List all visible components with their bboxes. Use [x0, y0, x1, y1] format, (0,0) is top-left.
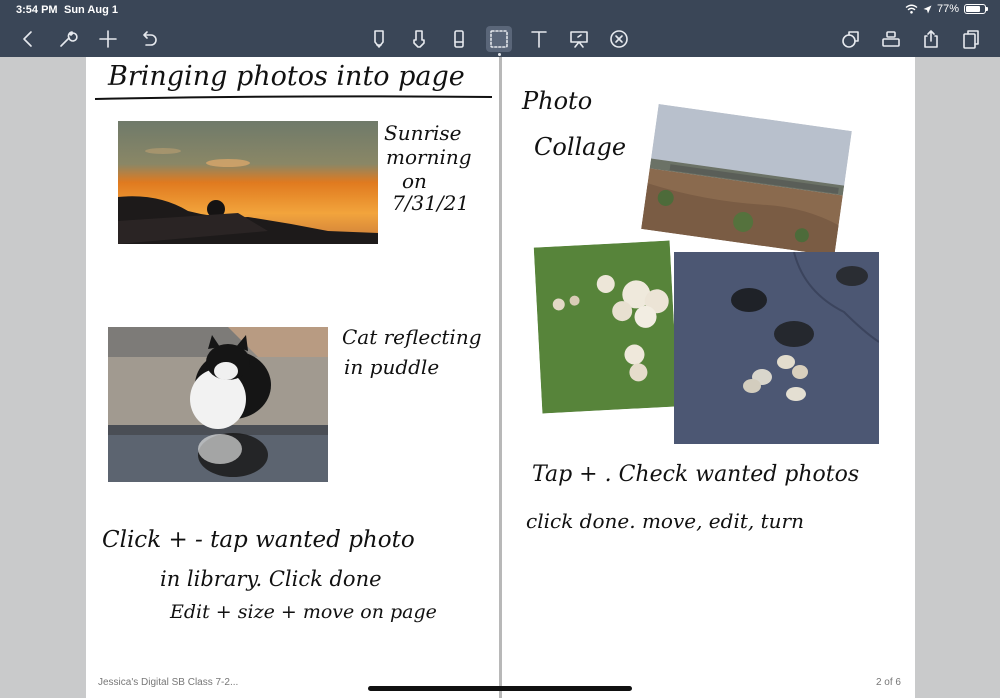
sunrise-image — [118, 121, 378, 244]
ducks-photo[interactable] — [674, 252, 879, 444]
lasso-tool[interactable] — [486, 26, 512, 52]
left-instructions-1: Click + - tap wanted photo — [102, 527, 415, 553]
sunrise-caption-1: Sunrise — [384, 121, 462, 145]
page-indicator[interactable]: 2 of 6 — [876, 677, 901, 688]
pages-icon — [963, 30, 979, 49]
close-tool[interactable] — [606, 26, 632, 52]
cat-photo[interactable] — [108, 327, 328, 482]
selected-tool-indicator — [498, 53, 501, 56]
location-icon — [923, 5, 932, 13]
shapes-button[interactable] — [838, 26, 864, 52]
status-bar: 3:54 PM Sun Aug 1 77% — [0, 0, 1000, 20]
lasso-icon — [490, 30, 508, 48]
ducks-image — [674, 252, 879, 444]
text-tool[interactable] — [526, 26, 552, 52]
toolbar — [0, 20, 1000, 57]
undo-icon — [143, 31, 157, 46]
share-icon — [924, 30, 938, 48]
presenter-tool[interactable] — [566, 26, 592, 52]
sunrise-caption-2: morning — [386, 145, 472, 169]
cat-image — [108, 327, 328, 482]
pen-tool[interactable] — [366, 26, 392, 52]
text-icon — [531, 31, 547, 48]
title-underline — [94, 95, 493, 100]
sunrise-caption-3: on — [402, 169, 427, 193]
cat-caption-1: Cat reflecting — [342, 325, 482, 349]
right-page-title-1: Photo — [522, 87, 593, 115]
eraser-icon — [454, 30, 464, 48]
page-divider — [499, 57, 502, 698]
elements-icon — [882, 31, 900, 47]
back-icon — [23, 31, 32, 47]
notebook-page[interactable]: Bringing photos into page Sunrise mornin… — [86, 57, 915, 698]
mushroom-photo[interactable] — [533, 240, 679, 414]
settings-button[interactable] — [55, 26, 81, 52]
battery-percent: 77% — [936, 3, 959, 15]
presenter-icon — [570, 31, 588, 48]
shapes-icon — [842, 31, 859, 48]
undo-button[interactable] — [135, 26, 161, 52]
right-page-title-2: Collage — [534, 133, 627, 161]
highlighter-icon — [413, 30, 425, 48]
left-page-title: Bringing photos into page — [108, 61, 465, 92]
sunrise-caption-4: 7/31/21 — [392, 191, 470, 215]
status-right: 77% — [905, 3, 988, 15]
pen-icon — [374, 30, 384, 48]
status-date: Sun Aug 1 — [64, 4, 118, 16]
add-button[interactable] — [95, 26, 121, 52]
status-time: 3:54 PM — [16, 4, 58, 16]
home-indicator[interactable] — [368, 686, 632, 691]
highlighter-tool[interactable] — [406, 26, 432, 52]
elements-button[interactable] — [878, 26, 904, 52]
wifi-icon — [905, 4, 918, 14]
bridge-image — [641, 104, 852, 256]
add-icon — [99, 30, 117, 48]
mushroom-image — [533, 240, 679, 414]
right-instructions-1: Tap + . Check wanted photos — [532, 462, 860, 487]
share-button[interactable] — [918, 26, 944, 52]
cat-caption-2: in puddle — [344, 355, 440, 379]
right-instructions-2: click done. move, edit, turn — [526, 509, 804, 533]
eraser-tool[interactable] — [446, 26, 472, 52]
close-circle-icon — [610, 30, 628, 48]
notebook-title: Jessica's Digital SB Class 7-2... — [98, 677, 239, 688]
back-button[interactable] — [15, 26, 41, 52]
battery-fill — [966, 6, 980, 12]
wrench-icon — [60, 31, 78, 47]
left-instructions-2: in library. Click done — [160, 567, 382, 591]
bridge-photo[interactable] — [641, 104, 852, 256]
pages-button[interactable] — [958, 26, 984, 52]
sunrise-photo[interactable] — [118, 121, 378, 244]
left-instructions-3: Edit + size + move on page — [170, 601, 437, 623]
battery-icon — [964, 4, 988, 14]
